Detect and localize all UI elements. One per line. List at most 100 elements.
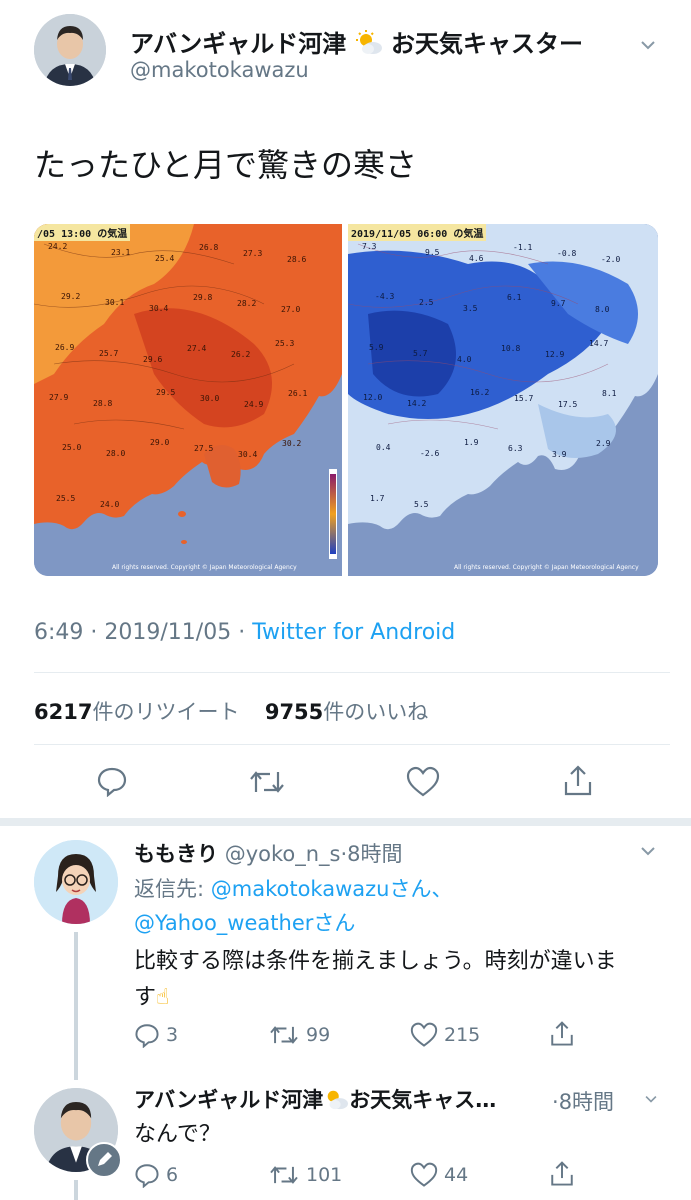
reply1-like-action[interactable]: 215 bbox=[410, 1022, 480, 1048]
tweet-client-link[interactable]: Twitter for Android bbox=[252, 620, 455, 645]
map-value: 24.2 bbox=[48, 242, 68, 251]
reply2-header: アバンギャルド河津 お天気キャス… bbox=[134, 1084, 496, 1116]
map-value: 10.8 bbox=[501, 343, 521, 353]
map-value: 26.2 bbox=[231, 349, 251, 359]
map-value: 30.1 bbox=[105, 298, 125, 308]
retweets-stat[interactable]: 6217件のリツイート bbox=[34, 700, 239, 724]
reply1-handle[interactable]: @yoko_n_s bbox=[225, 842, 341, 866]
media-grid[interactable]: /05 13:00 の気温 All rights reserved. Copyr… bbox=[34, 224, 658, 576]
map-value: 28.8 bbox=[93, 399, 113, 408]
reply2-retweet-action[interactable]: 101 bbox=[268, 1162, 342, 1188]
author-avatar[interactable] bbox=[34, 14, 106, 86]
map-value: 2.5 bbox=[419, 298, 434, 308]
reply2-text: なんで？ bbox=[134, 1122, 221, 1147]
share-icon[interactable] bbox=[562, 764, 594, 802]
map-value: 28.0 bbox=[106, 449, 126, 459]
map-value: 25.5 bbox=[56, 493, 76, 503]
likes-label: 件のいいね bbox=[323, 700, 429, 724]
author-suffix: お天気キャスター bbox=[390, 30, 583, 58]
map-value: 6.1 bbox=[507, 293, 522, 303]
tweet-date[interactable]: 2019/11/05 bbox=[104, 620, 231, 645]
map-value: 29.2 bbox=[61, 292, 81, 302]
map-value: 8.0 bbox=[595, 305, 610, 315]
map-value: 4.6 bbox=[469, 254, 484, 263]
reply1-header: ももきり @yoko_n_s·8時間 bbox=[134, 838, 403, 868]
reply-count: 6 bbox=[166, 1164, 179, 1186]
map-value: 30.4 bbox=[149, 304, 169, 314]
chevron-down-icon[interactable] bbox=[637, 840, 659, 866]
map-value: 28.6 bbox=[287, 255, 307, 264]
reply1-time[interactable]: 8時間 bbox=[347, 842, 402, 866]
map-value: -0.8 bbox=[557, 249, 577, 258]
reply2-time[interactable]: 8時間 bbox=[559, 1090, 614, 1114]
chevron-down-icon[interactable] bbox=[642, 1090, 660, 1112]
map-value: 5.7 bbox=[413, 348, 428, 358]
reply2-suffix[interactable]: お天気キャス… bbox=[349, 1088, 496, 1112]
reply1-replying-to: 返信先: @makotokawazuさん、 @Yahoo_weatherさん bbox=[134, 872, 452, 940]
like-icon bbox=[410, 1162, 438, 1187]
like-icon bbox=[410, 1022, 438, 1047]
author-handle[interactable]: @makotokawazu bbox=[130, 58, 309, 82]
map-value: 14.7 bbox=[589, 338, 609, 348]
map-value: 5.9 bbox=[369, 342, 384, 352]
map-value: 9.7 bbox=[551, 299, 566, 309]
like-count: 215 bbox=[444, 1024, 481, 1046]
map-value: 6.3 bbox=[508, 444, 523, 454]
map-value: 30.4 bbox=[238, 450, 258, 460]
likes-count: 9755 bbox=[264, 700, 324, 724]
retweet-icon bbox=[270, 1026, 298, 1044]
author-name-row[interactable]: アバンギャルド河津 お天気キャスター bbox=[130, 24, 583, 62]
reply1-avatar[interactable] bbox=[34, 840, 118, 924]
map-value: 8.1 bbox=[602, 389, 617, 398]
tweet-time[interactable]: 6:49 bbox=[34, 620, 83, 645]
retweet-icon bbox=[270, 1166, 298, 1184]
reply2-reply-action[interactable]: 6 bbox=[134, 1162, 178, 1188]
retweet-icon[interactable] bbox=[248, 766, 286, 802]
map-value: 2.9 bbox=[596, 439, 611, 449]
map-value: 7.3 bbox=[362, 242, 377, 251]
map-value: 26.1 bbox=[288, 389, 308, 398]
map-value: 5.5 bbox=[414, 499, 429, 509]
reply1-name[interactable]: ももきり bbox=[134, 842, 218, 866]
map-value: 9.5 bbox=[425, 248, 440, 257]
reply-to-prefix: 返信先: bbox=[134, 877, 211, 901]
like-icon[interactable] bbox=[406, 766, 440, 802]
reply-icon bbox=[135, 1024, 159, 1048]
chevron-down-icon[interactable] bbox=[637, 34, 659, 60]
reply2-name[interactable]: アバンギャルド河津 bbox=[134, 1088, 323, 1112]
reply1-reply-action[interactable]: 3 bbox=[134, 1022, 178, 1048]
reply-to-suffix-2: さん bbox=[313, 911, 356, 935]
reply2-time-row: ·8時間 bbox=[552, 1086, 614, 1116]
map-value: 3.9 bbox=[552, 450, 567, 460]
map-value: 24.9 bbox=[244, 400, 264, 409]
separator: · bbox=[552, 1090, 559, 1114]
map-value: 30.2 bbox=[282, 439, 302, 449]
likes-stat[interactable]: 9755件のいいね bbox=[265, 700, 428, 724]
map-value: 29.0 bbox=[150, 438, 170, 448]
person-icon bbox=[34, 14, 106, 86]
share-icon[interactable] bbox=[549, 1020, 575, 1052]
reply-to-link-1[interactable]: @makotokawazu bbox=[211, 877, 390, 901]
reply1-text-line2: す bbox=[134, 985, 157, 1010]
reply2-like-action[interactable]: 44 bbox=[410, 1162, 468, 1188]
retweet-count: 101 bbox=[306, 1164, 343, 1186]
share-icon[interactable] bbox=[549, 1160, 575, 1192]
map-value: 4.0 bbox=[457, 354, 472, 364]
sun-cloud-icon bbox=[323, 1087, 349, 1116]
stats-row: 6217件のリツイート 9755件のいいね bbox=[34, 696, 428, 726]
reply-to-link-2[interactable]: @Yahoo_weather bbox=[134, 911, 313, 935]
divider bbox=[34, 672, 670, 673]
pointing-up-emoji-icon: ☝ bbox=[156, 985, 170, 1010]
map-value: 27.5 bbox=[194, 444, 214, 454]
tweet-text: たったひと月で驚きの寒さ bbox=[34, 146, 418, 184]
retweets-count: 6217 bbox=[34, 700, 93, 724]
sun-cloud-icon bbox=[355, 30, 383, 62]
map-value: 12.0 bbox=[363, 393, 383, 402]
map-value: 26.9 bbox=[55, 342, 75, 352]
map-value: 16.2 bbox=[470, 388, 490, 397]
pen-icon bbox=[86, 1142, 122, 1178]
map-copyright-left: All rights reserved. Copyright © Japan M… bbox=[112, 564, 297, 571]
divider bbox=[34, 744, 670, 745]
reply1-retweet-action[interactable]: 99 bbox=[268, 1022, 330, 1048]
reply-icon[interactable] bbox=[96, 765, 128, 801]
